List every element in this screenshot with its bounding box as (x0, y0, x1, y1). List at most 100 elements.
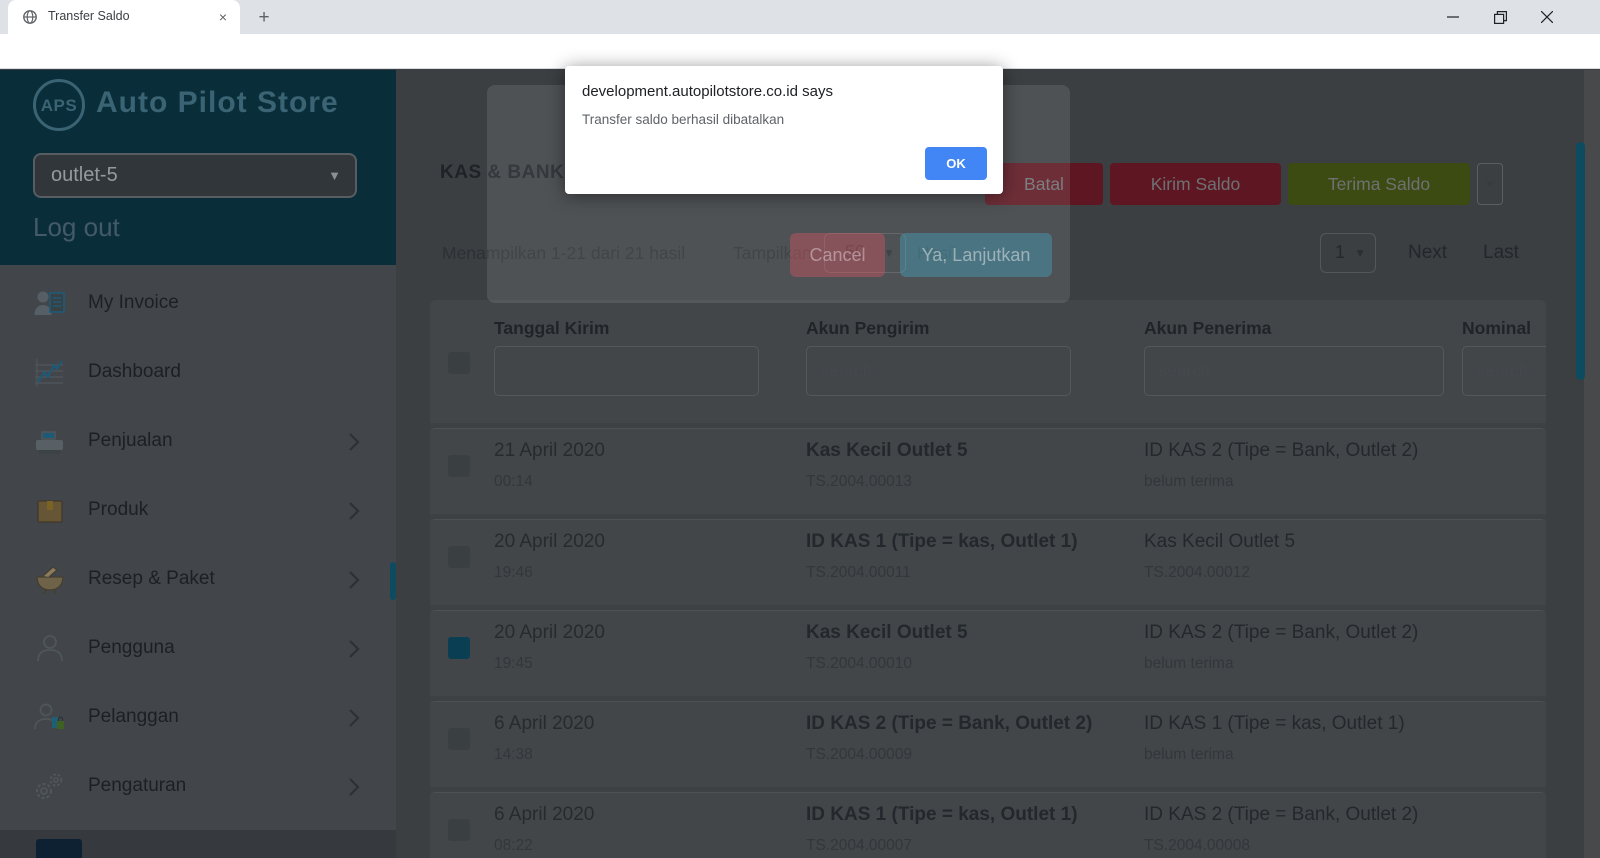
sender-account: ID KAS 2 (Tipe = Bank, Outlet 2) (806, 713, 1092, 735)
sidebar-item-my-invoice[interactable]: My Invoice (0, 270, 396, 339)
alert-origin-title: development.autopilotstore.co.id says (582, 83, 833, 100)
modal-cancel-button[interactable]: Cancel (790, 233, 885, 277)
invoice-icon (33, 287, 67, 321)
sidebar-item-label: Pelanggan (88, 706, 179, 728)
next-page-link[interactable]: Next (1408, 242, 1447, 264)
sidebar: APS Auto Pilot Store outlet-5 ▼ Log out … (0, 70, 396, 858)
sidebar-item-label: Dashboard (88, 361, 181, 383)
sidebar-item-pelanggan[interactable]: Pelanggan (0, 684, 396, 753)
alert-message: Transfer saldo berhasil dibatalkan (582, 112, 784, 127)
filter-akun-penerima-input[interactable] (1144, 346, 1444, 396)
filter-akun-pengirim-input[interactable] (806, 346, 1071, 396)
terima-saldo-button[interactable]: Terima Saldo (1288, 163, 1470, 205)
sidebar-item-label: Produk (88, 499, 148, 521)
receiver-code: TS.2004.00012 (1144, 564, 1250, 582)
sidebar-item-label: Pengguna (88, 637, 175, 659)
new-tab-button[interactable]: + (252, 6, 276, 30)
row-checkbox[interactable] (448, 546, 470, 568)
globe-favicon-icon (22, 9, 38, 25)
chevron-right-icon (348, 639, 360, 659)
more-actions-dropdown-button[interactable]: ▼ (1477, 163, 1503, 205)
window-restore-button[interactable] (1477, 0, 1523, 34)
browser-alert-dialog: development.autopilotstore.co.id says Tr… (565, 66, 1003, 194)
window-close-button[interactable] (1524, 0, 1570, 34)
sidebar-item-kas-bank-active[interactable] (0, 830, 396, 858)
sidebar-item-produk[interactable]: Produk (0, 477, 396, 546)
cash-register-icon (33, 425, 67, 459)
column-header-tanggal-kirim: Tanggal Kirim (494, 318, 609, 339)
aps-logo-icon: APS (33, 79, 85, 131)
row-date: 6 April 2020 (494, 713, 594, 735)
page-scrollbar-track[interactable] (1584, 70, 1600, 858)
sender-account: ID KAS 1 (Tipe = kas, Outlet 1) (806, 531, 1078, 553)
column-header-akun-pengirim: Akun Pengirim (806, 318, 930, 339)
sidebar-item-pengaturan[interactable]: Pengaturan (0, 753, 396, 822)
filter-tanggal-kirim-input[interactable] (494, 346, 759, 396)
sidebar-brand-area: APS Auto Pilot Store outlet-5 ▼ Log out (0, 70, 396, 265)
row-checkbox[interactable] (448, 637, 470, 659)
row-date: 6 April 2020 (494, 804, 594, 826)
row-checkbox[interactable] (448, 455, 470, 477)
sidebar-item-pengguna[interactable]: Pengguna (0, 615, 396, 684)
alert-ok-button[interactable]: OK (925, 147, 987, 180)
row-date: 20 April 2020 (494, 622, 605, 644)
column-header-akun-penerima: Akun Penerima (1144, 318, 1271, 339)
outlet-select-value: outlet-5 (51, 164, 118, 187)
window-minimize-button[interactable] (1430, 0, 1476, 34)
row-time: 00:14 (494, 473, 533, 491)
row-date: 20 April 2020 (494, 531, 605, 553)
chevron-right-icon (348, 570, 360, 590)
table-row: 6 April 2020 08:22 ID KAS 1 (Tipe = kas, … (430, 792, 1546, 858)
column-header-nominal: Nominal (1462, 318, 1531, 339)
sidebar-item-dashboard[interactable]: Dashboard (0, 339, 396, 408)
chevron-down-icon: ▼ (328, 168, 341, 183)
select-all-checkbox[interactable] (448, 352, 470, 374)
receiver-account: Kas Kecil Outlet 5 (1144, 531, 1295, 553)
modal-confirm-button[interactable]: Ya, Lanjutkan (900, 233, 1052, 277)
sender-account: ID KAS 1 (Tipe = kas, Outlet 1) (806, 804, 1078, 826)
customer-bags-icon (33, 701, 67, 735)
row-checkbox[interactable] (448, 819, 470, 841)
receiver-status: belum terima (1144, 473, 1234, 491)
table-row: 20 April 2020 19:46 ID KAS 1 (Tipe = kas,… (430, 519, 1546, 605)
tab-title: Transfer Saldo (48, 9, 130, 23)
sender-code: TS.2004.00010 (806, 655, 912, 673)
sender-account: Kas Kecil Outlet 5 (806, 622, 968, 644)
receiver-account: ID KAS 2 (Tipe = Bank, Outlet 2) (1144, 440, 1418, 462)
receiver-account: ID KAS 2 (Tipe = Bank, Outlet 2) (1144, 804, 1418, 826)
sidebar-item-resep-paket[interactable]: Resep & Paket (0, 546, 396, 615)
tab-close-icon[interactable]: × (214, 8, 232, 26)
receiver-code: TS.2004.00008 (1144, 837, 1250, 855)
kirim-saldo-button[interactable]: Kirim Saldo (1110, 163, 1281, 205)
transfer-table: Tanggal Kirim Akun Pengirim Akun Penerim… (430, 300, 1546, 858)
browser-tab[interactable]: Transfer Saldo × (8, 0, 240, 34)
chevron-right-icon (348, 777, 360, 797)
chevron-down-icon: ▼ (1354, 246, 1366, 260)
gears-icon (33, 770, 67, 804)
sidebar-item-label: Penjualan (88, 430, 173, 452)
sidebar-item-penjualan[interactable]: Penjualan (0, 408, 396, 477)
row-time: 08:22 (494, 837, 533, 855)
receiver-account: ID KAS 1 (Tipe = kas, Outlet 1) (1144, 713, 1405, 735)
user-icon (33, 632, 67, 666)
receiver-status: belum terima (1144, 746, 1234, 764)
row-checkbox[interactable] (448, 728, 470, 750)
logout-link[interactable]: Log out (33, 212, 120, 243)
sender-code: TS.2004.00011 (806, 564, 911, 582)
brand-title: Auto Pilot Store (96, 86, 339, 120)
page-scrollbar-thumb[interactable] (1576, 142, 1585, 380)
chevron-right-icon (348, 501, 360, 521)
outlet-select[interactable]: outlet-5 ▼ (33, 153, 357, 198)
page-number-select[interactable]: 1 ▼ (1320, 233, 1376, 273)
table-header: Tanggal Kirim Akun Pengirim Akun Penerim… (430, 300, 1546, 423)
last-page-link[interactable]: Last (1483, 242, 1519, 264)
sender-code: TS.2004.00013 (806, 473, 912, 491)
sidebar-item-label: Resep & Paket (88, 568, 215, 590)
sender-code: TS.2004.00007 (806, 837, 912, 855)
browser-toolbar: development.autopilotstore.co.id/transfe… (0, 34, 1600, 69)
sender-account: Kas Kecil Outlet 5 (806, 440, 968, 462)
filter-nominal-input[interactable] (1462, 346, 1546, 396)
mortar-pestle-icon (33, 563, 67, 597)
sender-code: TS.2004.00009 (806, 746, 912, 764)
row-time: 19:46 (494, 564, 533, 582)
